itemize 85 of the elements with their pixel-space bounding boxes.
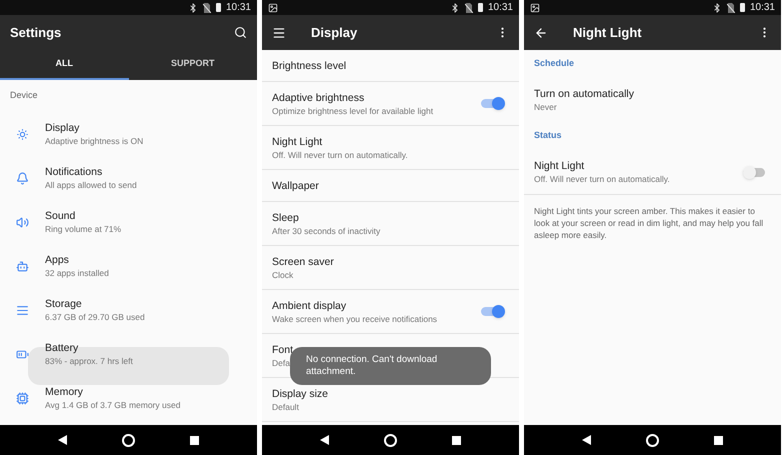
item-title: Turn on automatically — [534, 87, 634, 101]
item-title: Brightness level — [272, 58, 346, 72]
item-title: Night Light — [534, 159, 584, 173]
section-header: Status — [534, 129, 562, 142]
recents-icon[interactable] — [190, 436, 200, 444]
no-sim-icon — [464, 2, 473, 12]
tab[interactable]: SUPPORT — [128, 50, 257, 80]
item-subtitle: Never — [534, 101, 557, 113]
item-title: Sleep — [272, 210, 299, 224]
image-icon — [268, 2, 278, 12]
settings-item[interactable]: Apps 32 apps installed — [0, 244, 257, 288]
back-icon[interactable] — [58, 435, 67, 445]
search-icon[interactable] — [234, 26, 247, 39]
bluetooth-icon — [712, 2, 722, 12]
item-subtitle: All apps allowed to send — [45, 179, 137, 191]
battery-icon — [216, 3, 221, 12]
item-title: Display size — [272, 386, 328, 400]
bell-icon — [16, 172, 29, 184]
back-icon[interactable] — [582, 435, 591, 445]
description-text: Night Light tints your screen amber. This makes it easier to look at your screen or read in dim light, and may help you fall asleep more easily. — [534, 205, 764, 241]
item-title: Sound — [45, 209, 76, 223]
item-subtitle: Ring volume at 71% — [45, 223, 122, 235]
item-title: Wallpaper — [272, 178, 319, 192]
no-sim-icon — [726, 2, 735, 12]
item-subtitle: 32 apps installed — [45, 267, 109, 279]
item-subtitle: After 30 seconds of inactivity — [272, 224, 380, 236]
back-icon[interactable] — [320, 435, 329, 445]
battery-icon — [740, 3, 745, 12]
battery-icon — [16, 348, 29, 360]
item-title: Storage — [45, 297, 82, 311]
settings-item[interactable]: Memory Avg 1.4 GB of 3.7 GB memory used — [0, 376, 257, 420]
settings-item[interactable]: Display Adaptive brightness is ON — [0, 112, 257, 156]
tab[interactable]: ALL — [0, 50, 128, 80]
item-title: Memory — [45, 385, 83, 399]
item-title: Apps — [45, 253, 69, 267]
settings-item[interactable]: Notifications All apps allowed to send — [0, 156, 257, 200]
sun-icon — [16, 128, 29, 140]
item-subtitle: Defa — [272, 356, 290, 368]
item-subtitle: Off. Will never turn on automatically. — [272, 148, 408, 160]
recents-icon[interactable] — [452, 436, 462, 444]
clock-time: 10:31 — [226, 1, 251, 15]
settings-item[interactable]: Sound Ring volume at 71% — [0, 200, 257, 244]
item-subtitle: Off. Will never turn on automatically. — [534, 173, 670, 185]
home-icon[interactable] — [384, 434, 397, 446]
robot-icon — [16, 260, 29, 272]
section-header: Schedule — [534, 57, 574, 70]
clock-time: 10:31 — [750, 1, 775, 15]
item-title: Night Light — [272, 134, 322, 148]
menu-icon[interactable] — [272, 26, 286, 40]
toolbar-title: Settings — [10, 24, 62, 42]
image-icon — [530, 2, 540, 12]
speaker-icon — [16, 216, 29, 228]
item-title: Battery — [45, 341, 78, 355]
item-title: Adaptive brightness — [272, 90, 364, 104]
bluetooth-icon — [450, 2, 460, 12]
toggle-switch[interactable] — [743, 165, 767, 179]
settings-item[interactable]: Storage 6.37 GB of 29.70 GB used — [0, 288, 257, 332]
section-header: Device — [10, 89, 38, 102]
item-title: Ambient display — [272, 298, 346, 312]
back-arrow-icon[interactable] — [534, 26, 548, 40]
battery-icon — [478, 3, 483, 12]
item-subtitle: 6.37 GB of 29.70 GB used — [45, 311, 145, 323]
item-subtitle: 83% - approx. 7 hrs left — [45, 355, 133, 367]
chip-icon — [16, 392, 29, 404]
no-sim-icon — [202, 2, 211, 12]
toggle-switch[interactable] — [481, 96, 505, 110]
lines-icon — [16, 304, 29, 316]
home-icon[interactable] — [122, 434, 135, 446]
item-subtitle: Clock — [272, 268, 294, 280]
clock-time: 10:31 — [488, 1, 513, 15]
toolbar-title: Display — [311, 24, 358, 42]
item-subtitle: Adaptive brightness is ON — [45, 135, 144, 147]
toolbar-title: Night Light — [573, 24, 643, 42]
item-subtitle: Optimize brightness level for available light — [272, 104, 434, 116]
item-subtitle: Wake screen when you receive notifications — [272, 312, 438, 324]
item-title: Screen saver — [272, 254, 334, 268]
item-subtitle: Default — [272, 400, 299, 412]
item-title: Notifications — [45, 165, 102, 179]
bluetooth-icon — [188, 2, 198, 12]
toggle-switch[interactable] — [481, 304, 505, 318]
home-icon[interactable] — [646, 434, 659, 446]
item-subtitle: Avg 1.4 GB of 3.7 GB memory used — [45, 399, 180, 411]
item-title: Display — [45, 121, 80, 135]
recents-icon[interactable] — [714, 436, 724, 444]
settings-item[interactable]: Battery 83% - approx. 7 hrs left — [0, 332, 257, 376]
